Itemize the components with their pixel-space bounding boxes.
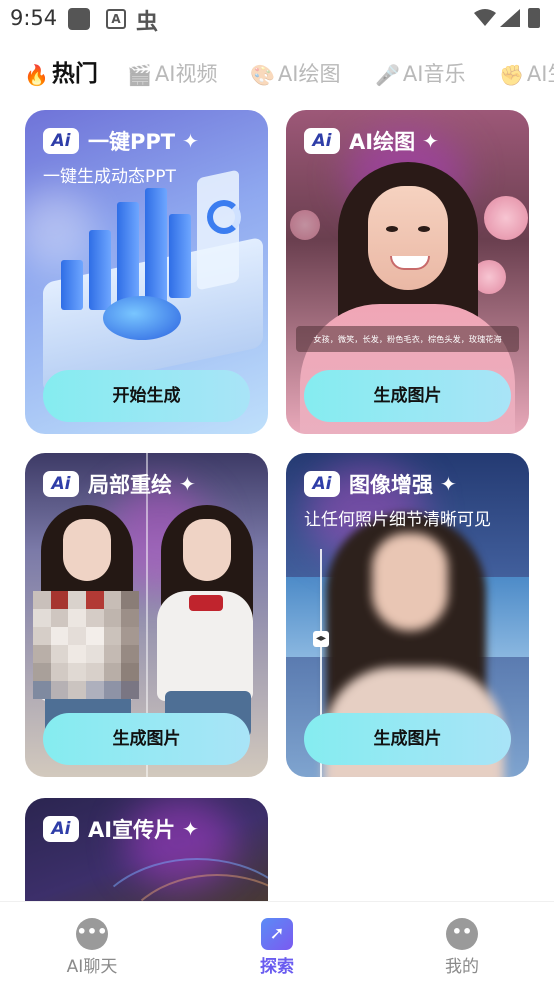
compass-icon: ➚ bbox=[261, 918, 293, 950]
card-subtitle: 一键生成动态PPT bbox=[43, 167, 176, 187]
nav-label: 探索 bbox=[260, 957, 294, 977]
feature-card-ppt[interactable]: Ai 一键PPT ✦ 一键生成动态PPT 开始生成 bbox=[25, 110, 268, 434]
generate-image-button[interactable]: 生成图片 bbox=[43, 713, 250, 765]
tab-hot[interactable]: 🔥 热门 bbox=[24, 56, 98, 96]
ai-badge: Ai bbox=[43, 471, 79, 497]
card-title: AI绘图 bbox=[349, 130, 416, 154]
debug-bug-icon: 虫 bbox=[136, 10, 159, 35]
feature-card-inpaint[interactable]: Ai 局部重绘 ✦ 生成图片 bbox=[25, 453, 268, 777]
chat-bubble-icon: ••• bbox=[76, 918, 108, 950]
nav-label: 我的 bbox=[445, 957, 479, 977]
tab-label: AI音乐 bbox=[402, 62, 466, 86]
tab-ai-more[interactable]: ✊AI生 bbox=[499, 56, 554, 96]
clapperboard-icon: 🎬 bbox=[127, 63, 152, 87]
hand-icon: ✊ bbox=[499, 63, 524, 87]
status-time: 9:54 bbox=[10, 6, 58, 30]
sparkle-icon: ✦ bbox=[440, 472, 457, 496]
tab-label: AI视频 bbox=[154, 62, 218, 86]
nav-explore[interactable]: ➚ 探索 bbox=[217, 902, 337, 977]
card-title: 一键PPT bbox=[88, 130, 176, 154]
generate-image-button[interactable]: 生成图片 bbox=[304, 713, 511, 765]
ai-badge: Ai bbox=[304, 471, 340, 497]
ai-badge: Ai bbox=[43, 816, 79, 842]
donut-chart-icon bbox=[207, 200, 241, 234]
sparkle-icon: ✦ bbox=[182, 817, 199, 841]
generate-image-button[interactable]: 生成图片 bbox=[304, 370, 511, 422]
pie-chart-icon bbox=[103, 296, 181, 340]
fire-icon: 🔥 bbox=[24, 63, 49, 87]
mosaic-mask bbox=[33, 591, 139, 699]
prompt-text: 女孩，微笑，长发，粉色毛衣，棕色头发，玫瑰花海 bbox=[296, 326, 519, 352]
sparkle-icon: ✦ bbox=[422, 129, 439, 153]
card-subtitle: 让任何照片细节清晰可见 bbox=[304, 510, 491, 530]
ai-badge: Ai bbox=[43, 128, 79, 154]
nav-profile[interactable]: •• 我的 bbox=[402, 902, 522, 977]
feature-card-promo-video[interactable]: Ai AI宣传片 ✦ bbox=[25, 798, 268, 918]
tab-label: 热门 bbox=[51, 61, 98, 87]
compare-slider-handle[interactable]: ◂▸ bbox=[313, 631, 329, 647]
nav-ai-chat[interactable]: ••• AI聊天 bbox=[32, 902, 152, 977]
bottom-navigation: ••• AI聊天 ➚ 探索 •• 我的 bbox=[0, 901, 554, 985]
tab-ai-music[interactable]: 🎤 AI音乐 bbox=[375, 56, 465, 96]
profile-icon: •• bbox=[446, 918, 478, 950]
card-title: AI宣传片 bbox=[88, 818, 176, 842]
sparkle-icon: ✦ bbox=[179, 472, 196, 496]
tab-label: AI生 bbox=[526, 62, 554, 86]
feature-card-ai-drawing[interactable]: 女孩，微笑，长发，粉色毛衣，棕色头发，玫瑰花海 Ai AI绘图 ✦ 生成图片 bbox=[286, 110, 529, 434]
tab-label: AI绘图 bbox=[277, 62, 341, 86]
ai-badge: Ai bbox=[304, 128, 340, 154]
tab-ai-drawing[interactable]: 🎨 AI绘图 bbox=[250, 56, 340, 96]
start-generate-button[interactable]: 开始生成 bbox=[43, 370, 250, 422]
card-title: 图像增强 bbox=[349, 473, 433, 497]
notification-app-icon bbox=[68, 8, 90, 30]
microphone-icon: 🎤 bbox=[375, 63, 400, 87]
palette-icon: 🎨 bbox=[250, 63, 275, 87]
feature-card-enhance[interactable]: ◂▸ Ai 图像增强 ✦ 让任何照片细节清晰可见 生成图片 bbox=[286, 453, 529, 777]
card-title: 局部重绘 bbox=[88, 473, 172, 497]
nav-label: AI聊天 bbox=[66, 957, 118, 977]
category-tabs: 🔥热门 🎬AI视频 🎨AI绘图 🎤AI音乐 ✊AI生 bbox=[0, 56, 554, 96]
status-bar: 9:54 A 虫 bbox=[0, 0, 554, 40]
signal-icon bbox=[500, 9, 520, 27]
notification-a-icon: A bbox=[106, 9, 126, 29]
battery-icon bbox=[528, 8, 540, 28]
tab-ai-video[interactable]: 🎬 AI视频 bbox=[127, 56, 217, 96]
wifi-icon bbox=[474, 9, 496, 26]
sparkle-icon: ✦ bbox=[182, 129, 199, 153]
